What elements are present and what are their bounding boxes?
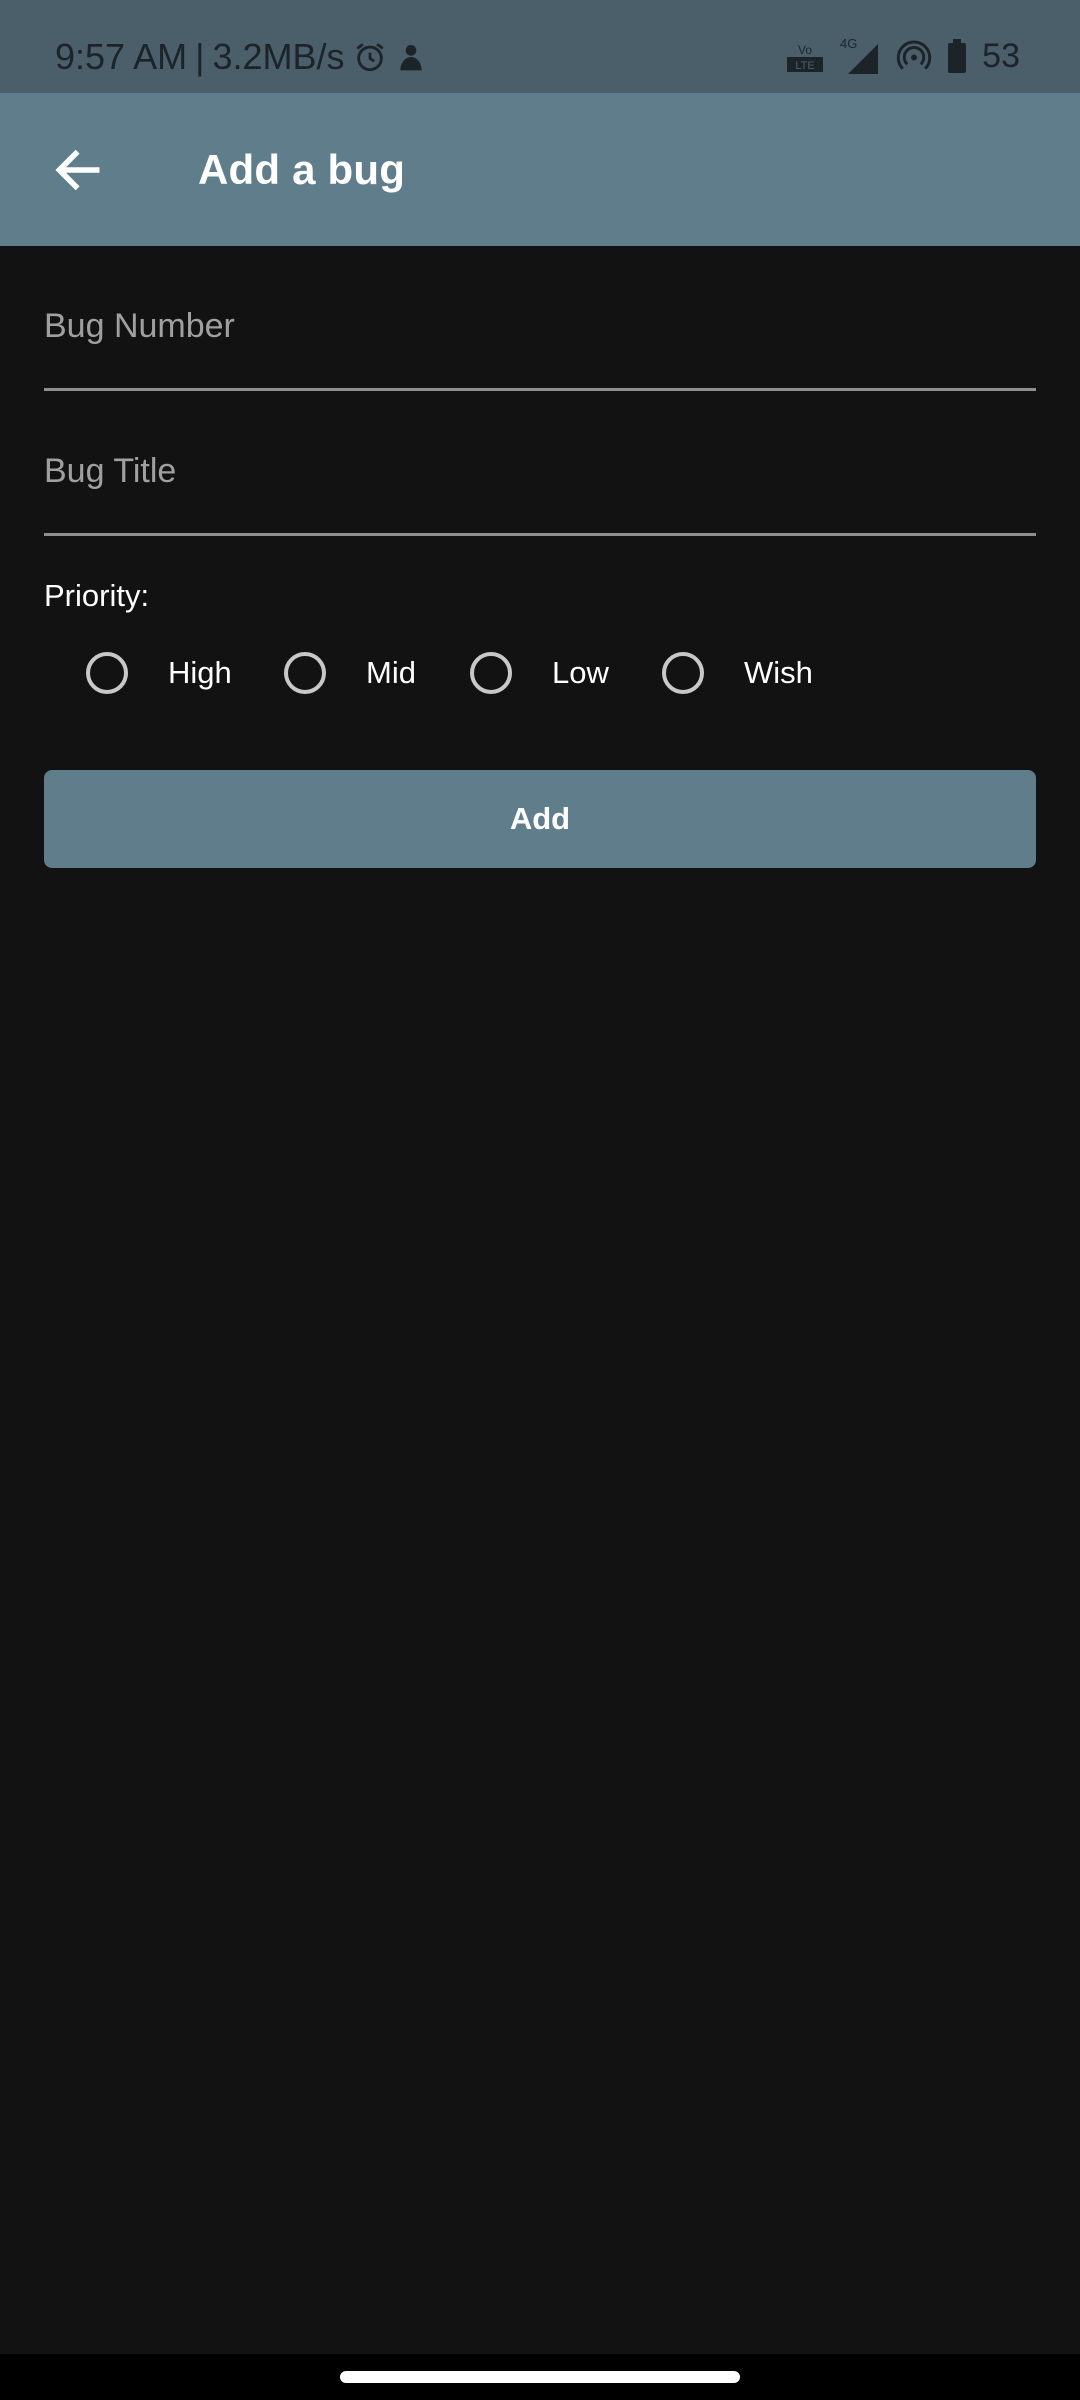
priority-radio-wish[interactable]: Wish xyxy=(662,652,813,694)
radio-label-wish: Wish xyxy=(744,655,813,690)
battery-icon xyxy=(946,38,968,74)
svg-text:Vo: Vo xyxy=(798,43,812,57)
bug-form: Priority: High Mid Low Wish Add xyxy=(44,246,1036,868)
status-separator: | xyxy=(195,36,205,77)
arrow-back-icon xyxy=(55,149,100,190)
priority-label: Priority: xyxy=(44,578,150,613)
svg-text:LTE: LTE xyxy=(795,60,814,72)
status-bar: 9:57 AM | 3.2MB/s Vo LTE 4G 53 xyxy=(0,0,1080,93)
status-left: 9:57 AM | 3.2MB/s xyxy=(55,36,427,78)
priority-radio-mid[interactable]: Mid xyxy=(284,652,416,694)
bug-number-input[interactable] xyxy=(44,307,1036,346)
radio-label-mid: Mid xyxy=(366,655,416,690)
add-button[interactable]: Add xyxy=(44,770,1036,868)
volte-icon: Vo LTE xyxy=(786,39,824,73)
radio-circle-icon[interactable] xyxy=(86,652,128,694)
signal-icon: 4G xyxy=(838,36,882,76)
app-bar: Add a bug xyxy=(0,93,1080,246)
battery-level: 53 xyxy=(982,36,1020,75)
priority-radio-group: High Mid Low Wish xyxy=(44,632,1036,722)
priority-radio-low[interactable]: Low xyxy=(470,652,609,694)
alarm-icon xyxy=(353,40,387,74)
priority-radio-high[interactable]: High xyxy=(86,652,232,694)
status-speed: 3.2MB/s xyxy=(212,36,345,77)
back-button[interactable] xyxy=(50,142,106,198)
radio-circle-icon[interactable] xyxy=(470,652,512,694)
radio-circle-icon[interactable] xyxy=(662,652,704,694)
bug-number-field xyxy=(44,246,1036,391)
status-time: 9:57 AM xyxy=(55,36,188,77)
notification-app-icon xyxy=(395,40,427,74)
hotspot-icon xyxy=(896,38,932,74)
radio-circle-icon[interactable] xyxy=(284,652,326,694)
radio-label-low: Low xyxy=(552,655,609,690)
home-indicator[interactable] xyxy=(340,2371,740,2383)
status-right: Vo LTE 4G 53 xyxy=(786,36,1020,76)
system-nav-bar xyxy=(0,2354,1080,2400)
bug-title-field xyxy=(44,391,1036,536)
radio-label-high: High xyxy=(168,655,232,690)
page-title: Add a bug xyxy=(198,145,406,193)
bug-title-input[interactable] xyxy=(44,452,1036,491)
network-type-label: 4G xyxy=(840,36,857,51)
